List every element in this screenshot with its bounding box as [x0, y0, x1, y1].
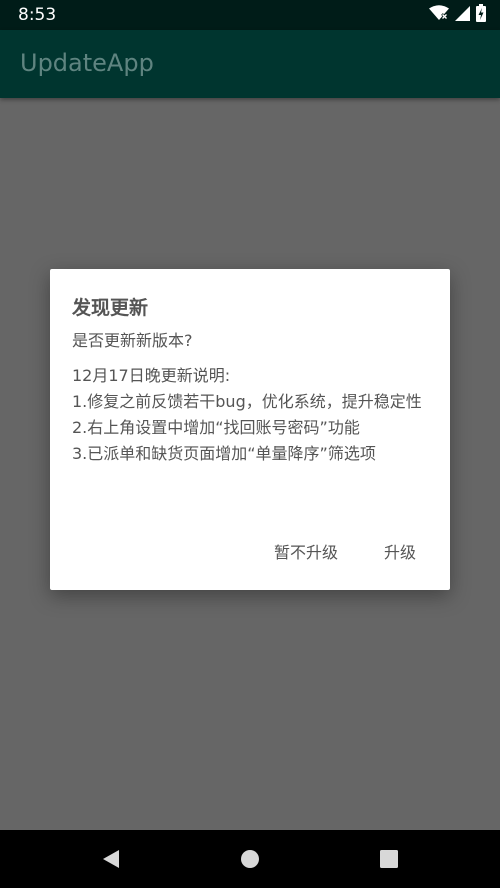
recents-icon[interactable]	[377, 847, 401, 871]
screen: 8:53 UpdateApp 发现更新 是否更新新版本? 12月17日晚更新说明…	[0, 0, 500, 888]
release-note-item: 3.已派单和缺货页面增加“单量降序”筛选项	[72, 444, 376, 463]
dialog-question: 是否更新新版本?	[72, 331, 193, 350]
app-title: UpdateApp	[20, 49, 154, 77]
release-notes-heading: 12月17日晚更新说明:	[72, 366, 231, 385]
status-bar: 8:53	[0, 0, 500, 30]
update-dialog: 发现更新 是否更新新版本? 12月17日晚更新说明: 1.修复之前反馈若干bug…	[50, 269, 450, 590]
dialog-actions: 暂不升级 升级	[260, 531, 430, 571]
upgrade-button[interactable]: 升级	[370, 531, 430, 571]
release-notes: 12月17日晚更新说明: 1.修复之前反馈若干bug，优化系统，提升稳定性 2.…	[72, 363, 430, 467]
status-icons	[429, 4, 486, 26]
app-bar: UpdateApp	[0, 30, 500, 98]
navigation-bar	[0, 830, 500, 888]
status-time: 8:53	[18, 5, 57, 25]
dialog-title: 发现更新	[72, 297, 149, 319]
battery-charging-icon	[476, 4, 486, 26]
home-icon[interactable]	[238, 847, 262, 871]
not-now-button[interactable]: 暂不升级	[260, 531, 352, 571]
release-note-item: 1.修复之前反馈若干bug，优化系统，提升稳定性	[72, 392, 422, 411]
back-icon[interactable]	[99, 847, 123, 871]
signal-icon	[455, 5, 470, 25]
release-note-item: 2.右上角设置中增加“找回账号密码”功能	[72, 418, 360, 437]
wifi-icon	[429, 5, 449, 25]
